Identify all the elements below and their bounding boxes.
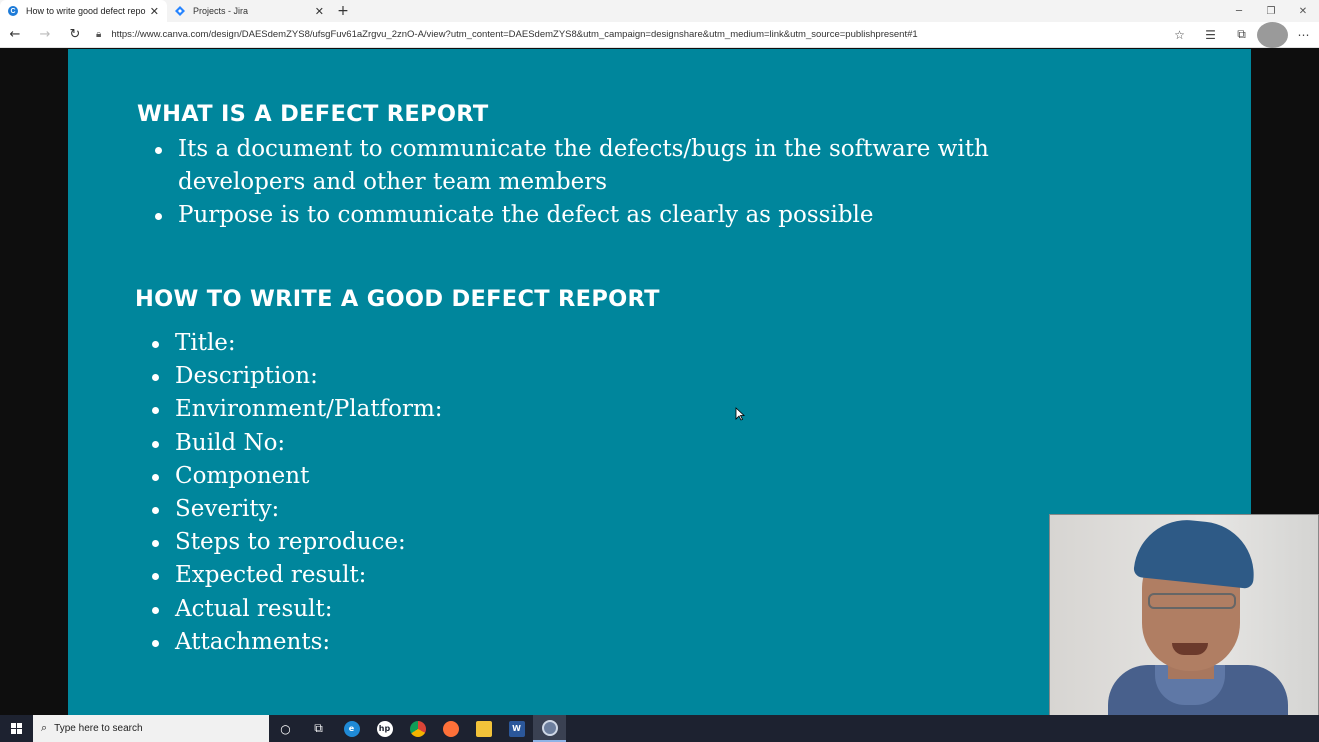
list-item: Attachments: <box>152 626 443 659</box>
search-placeholder: Type here to search <box>54 723 143 734</box>
windows-taskbar: ⌕ Type here to search ○ ⧉ e hp W <box>0 715 1319 742</box>
bullet-icon <box>152 540 159 548</box>
list-item: Purpose is to communicate the defect as … <box>155 199 989 232</box>
browser-toolbar: ← → ↻ 🔒︎ https://www.canva.com/design/DA… <box>0 21 1319 48</box>
section-heading-how-to: HOW TO WRITE A GOOD DEFECT REPORT <box>135 286 660 312</box>
file-explorer-icon[interactable] <box>467 715 500 742</box>
favorite-star-icon[interactable]: ☆ <box>1164 22 1195 48</box>
collections-icon[interactable]: ⧉ <box>1226 22 1257 48</box>
cortana-icon[interactable]: ○ <box>269 715 302 742</box>
bullet-icon <box>155 147 162 154</box>
list-item: Description: <box>152 360 443 393</box>
tab-title: Projects - Jira <box>193 6 249 16</box>
list-item: Build No: <box>152 427 443 460</box>
restore-icon[interactable]: ❐ <box>1255 0 1287 22</box>
refresh-icon[interactable]: ↻ <box>60 22 90 48</box>
start-button[interactable] <box>0 715 33 742</box>
favorites-icon[interactable]: ☰ <box>1195 22 1226 48</box>
bullet-icon <box>152 507 159 515</box>
edge-icon[interactable]: e <box>335 715 368 742</box>
hp-icon[interactable]: hp <box>368 715 401 742</box>
avatar <box>1257 21 1288 48</box>
section-list-how-to: Title: Description: Environment/Platform… <box>152 327 443 659</box>
tab-title: How to write good defect report <box>26 6 146 16</box>
list-item: Steps to reproduce: <box>152 526 443 559</box>
windows-icon <box>11 723 22 734</box>
list-item: developers and other team members <box>178 169 608 196</box>
bullet-icon <box>152 407 159 415</box>
bullet-icon <box>152 341 159 348</box>
webcam-overlay <box>1049 514 1319 742</box>
list-item: Title: <box>152 327 443 360</box>
word-icon[interactable]: W <box>500 715 533 742</box>
bullet-icon <box>155 213 162 221</box>
taskbar-search[interactable]: ⌕ Type here to search <box>33 715 269 742</box>
close-icon[interactable]: ✕ <box>315 5 324 18</box>
minimize-icon[interactable]: ─ <box>1223 0 1255 22</box>
close-icon[interactable]: ✕ <box>150 5 159 18</box>
search-icon: ⌕ <box>41 722 48 734</box>
list-item: Expected result: <box>152 559 443 592</box>
chrome-icon[interactable] <box>401 715 434 742</box>
list-item: Component <box>152 460 443 493</box>
tab-defect-report[interactable]: C How to write good defect report ✕ <box>0 0 167 22</box>
mouse-cursor-icon <box>735 407 745 421</box>
jira-icon <box>175 6 185 16</box>
lock-icon: 🔒︎ <box>96 29 102 40</box>
profile-button[interactable] <box>1257 21 1288 48</box>
task-view-icon[interactable]: ⧉ <box>302 715 335 742</box>
bullet-icon <box>152 573 159 581</box>
firefox-icon[interactable] <box>434 715 467 742</box>
section-list-what-is: Its a document to communicate the defect… <box>155 133 989 233</box>
back-icon[interactable]: ← <box>0 22 30 48</box>
bullet-icon <box>152 440 159 448</box>
list-item: Actual result: <box>152 593 443 626</box>
browser-tab-strip: C How to write good defect report ✕ Proj… <box>0 0 1319 22</box>
address-bar[interactable]: 🔒︎ https://www.canva.com/design/DAESdemZ… <box>90 24 1164 46</box>
canva-icon: C <box>8 6 18 16</box>
close-window-icon[interactable]: ✕ <box>1287 0 1319 22</box>
list-item: Its a document to communicate the defect… <box>155 133 989 166</box>
bullet-icon <box>152 639 159 647</box>
list-item: Environment/Platform: <box>152 393 443 426</box>
recorder-icon[interactable] <box>533 715 566 742</box>
list-item: Severity: <box>152 493 443 526</box>
more-icon[interactable]: ⋯ <box>1288 22 1319 48</box>
url-text: https://www.canva.com/design/DAESdemZYS8… <box>111 29 918 40</box>
tab-jira[interactable]: Projects - Jira ✕ <box>167 0 332 22</box>
bullet-icon <box>152 374 159 382</box>
new-tab-button[interactable]: + <box>332 0 354 22</box>
section-heading-what-is: WHAT IS A DEFECT REPORT <box>137 101 489 127</box>
bullet-icon <box>152 473 159 481</box>
bullet-icon <box>152 606 159 614</box>
forward-icon[interactable]: → <box>30 22 60 48</box>
